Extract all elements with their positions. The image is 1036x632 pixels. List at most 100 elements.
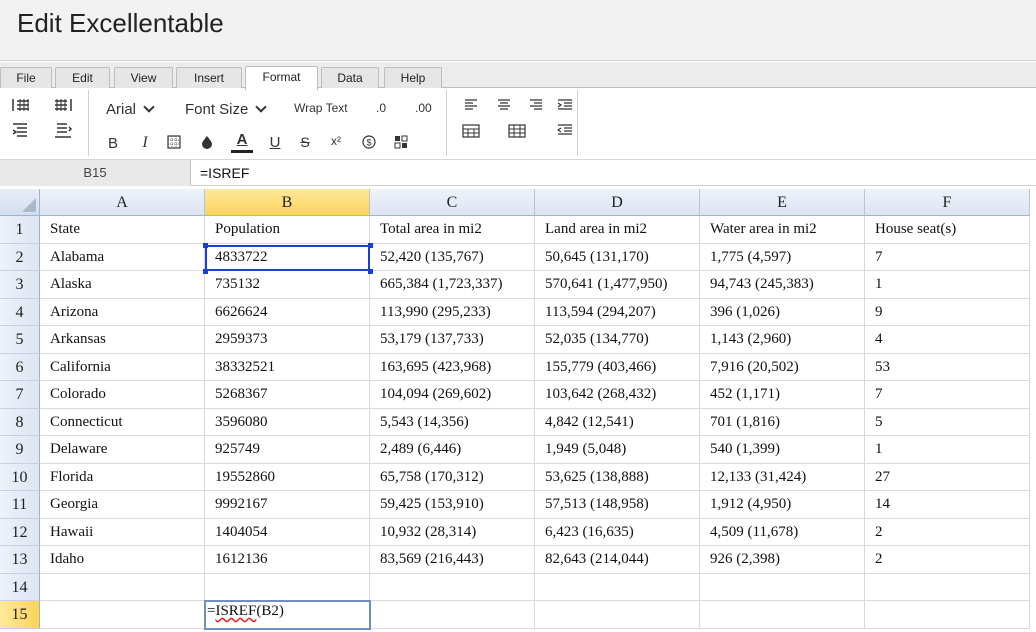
selection-handle[interactable]: [203, 242, 208, 248]
table-cell[interactable]: 38332521: [205, 353, 370, 381]
menu-tab-file[interactable]: File: [0, 67, 52, 89]
table-cell[interactable]: 6626624: [205, 298, 370, 326]
column-header-a[interactable]: A: [40, 189, 205, 216]
menu-tab-edit[interactable]: Edit: [55, 67, 110, 89]
table-cell[interactable]: [700, 601, 865, 629]
table-cell[interactable]: 5,543 (14,356): [370, 408, 535, 436]
conditional-format-icon[interactable]: [392, 133, 410, 151]
table-cell[interactable]: [40, 601, 205, 629]
table-cell[interactable]: 540 (1,399): [700, 436, 865, 464]
table-cell[interactable]: 59,425 (153,910): [370, 491, 535, 519]
table-cell[interactable]: 452 (1,171): [700, 381, 865, 409]
superscript-icon[interactable]: x²: [327, 132, 345, 150]
table-cell[interactable]: [370, 601, 535, 629]
align-left-icon[interactable]: [462, 98, 480, 112]
strikethrough-icon[interactable]: S: [296, 133, 314, 151]
menu-tab-help[interactable]: Help: [384, 67, 442, 89]
column-header-b[interactable]: B: [205, 189, 370, 216]
fill-color-icon[interactable]: [198, 133, 216, 151]
table-cell[interactable]: Water area in mi2: [700, 216, 865, 244]
increase-decimal-button[interactable]: .00: [415, 98, 432, 118]
table-cell[interactable]: 12,133 (31,424): [700, 463, 865, 491]
table-cell[interactable]: Alaska: [40, 271, 205, 299]
table-cell[interactable]: 10,932 (28,314): [370, 518, 535, 546]
table-cell[interactable]: 27: [865, 463, 1030, 491]
table-cell[interactable]: [535, 573, 700, 601]
table-cell[interactable]: State: [40, 216, 205, 244]
font-family-select[interactable]: Arial: [106, 98, 155, 120]
indent-decrease-icon[interactable]: [556, 123, 574, 137]
table-cell[interactable]: 2: [865, 546, 1030, 574]
table-cell[interactable]: 5268367: [205, 381, 370, 409]
table-cell[interactable]: 4,509 (11,678): [700, 518, 865, 546]
table-cell[interactable]: 103,642 (268,432): [535, 381, 700, 409]
table-cell[interactable]: Georgia: [40, 491, 205, 519]
row-header[interactable]: 6: [0, 353, 40, 381]
table-cell[interactable]: 4: [865, 326, 1030, 354]
table-cell[interactable]: Florida: [40, 463, 205, 491]
cell-editor[interactable]: =ISREF(B2): [204, 600, 371, 630]
merge-cells-icon[interactable]: [461, 123, 481, 139]
table-cell[interactable]: [40, 573, 205, 601]
table-cell[interactable]: 1612136: [205, 546, 370, 574]
table-cell[interactable]: [865, 601, 1030, 629]
table-cell[interactable]: Land area in mi2: [535, 216, 700, 244]
table-cell[interactable]: 2,489 (6,446): [370, 436, 535, 464]
row-header[interactable]: 13: [0, 546, 40, 574]
row-header[interactable]: 10: [0, 463, 40, 491]
table-cell[interactable]: 1: [865, 436, 1030, 464]
table-cell[interactable]: 82,643 (214,044): [535, 546, 700, 574]
table-cell[interactable]: [700, 573, 865, 601]
table-cell[interactable]: 113,594 (294,207): [535, 298, 700, 326]
table-cell[interactable]: 396 (1,026): [700, 298, 865, 326]
row-header[interactable]: 15: [0, 601, 40, 629]
insert-row-below-icon[interactable]: [52, 122, 74, 140]
table-cell[interactable]: Delaware: [40, 436, 205, 464]
table-cell[interactable]: Hawaii: [40, 518, 205, 546]
table-cell[interactable]: 50,645 (131,170): [535, 243, 700, 271]
table-cell[interactable]: 9992167: [205, 491, 370, 519]
select-all-corner[interactable]: [0, 189, 40, 216]
wrap-text-button[interactable]: Wrap Text: [294, 98, 348, 118]
table-cell[interactable]: 1404054: [205, 518, 370, 546]
table-cell[interactable]: 701 (1,816): [700, 408, 865, 436]
table-cell[interactable]: 163,695 (423,968): [370, 353, 535, 381]
table-cell[interactable]: 83,569 (216,443): [370, 546, 535, 574]
table-cell[interactable]: 926 (2,398): [700, 546, 865, 574]
table-cell[interactable]: 52,420 (135,767): [370, 243, 535, 271]
table-cell[interactable]: Arkansas: [40, 326, 205, 354]
table-cell[interactable]: 925749: [205, 436, 370, 464]
column-header-c[interactable]: C: [370, 189, 535, 216]
row-header[interactable]: 8: [0, 408, 40, 436]
row-header[interactable]: 12: [0, 518, 40, 546]
row-header[interactable]: 11: [0, 491, 40, 519]
table-cell[interactable]: 1,775 (4,597): [700, 243, 865, 271]
insert-column-left-icon[interactable]: [10, 96, 32, 114]
table-cell[interactable]: 1,949 (5,048): [535, 436, 700, 464]
text-color-icon[interactable]: A: [231, 130, 253, 154]
underline-icon[interactable]: U: [266, 133, 284, 151]
table-cell[interactable]: 4833722: [205, 243, 370, 271]
row-header[interactable]: 3: [0, 271, 40, 299]
table-cell[interactable]: 94,743 (245,383): [700, 271, 865, 299]
table-cell[interactable]: 57,513 (148,958): [535, 491, 700, 519]
table-cell[interactable]: House seat(s): [865, 216, 1030, 244]
column-header-d[interactable]: D: [535, 189, 700, 216]
indent-increase-icon[interactable]: [556, 98, 574, 112]
table-cell[interactable]: 19552860: [205, 463, 370, 491]
table-cell[interactable]: 665,384 (1,723,337): [370, 271, 535, 299]
table-cell[interactable]: 4,842 (12,541): [535, 408, 700, 436]
table-cell[interactable]: Idaho: [40, 546, 205, 574]
table-cell[interactable]: 53,179 (137,733): [370, 326, 535, 354]
table-cell[interactable]: 7,916 (20,502): [700, 353, 865, 381]
table-cell[interactable]: 570,641 (1,477,950): [535, 271, 700, 299]
table-cell[interactable]: Population: [205, 216, 370, 244]
table-cell[interactable]: 3596080: [205, 408, 370, 436]
row-header[interactable]: 5: [0, 326, 40, 354]
table-cell[interactable]: 9: [865, 298, 1030, 326]
row-header[interactable]: 1: [0, 216, 40, 244]
align-right-icon[interactable]: [527, 98, 545, 112]
row-header[interactable]: 2: [0, 243, 40, 271]
table-cell[interactable]: California: [40, 353, 205, 381]
table-cell[interactable]: [205, 573, 370, 601]
